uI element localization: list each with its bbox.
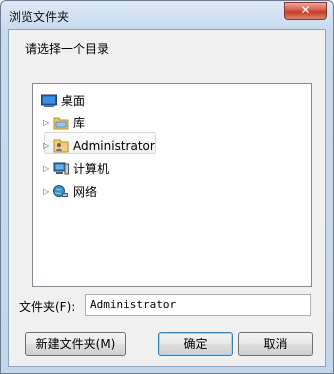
new-folder-button[interactable]: 新建文件夹(M) xyxy=(25,332,126,356)
folder-name-input[interactable]: Administrator xyxy=(85,294,311,316)
desktop-icon xyxy=(41,94,57,107)
network-icon xyxy=(53,185,68,197)
expand-arrow-icon[interactable]: ▷ xyxy=(43,136,49,156)
library-folder-icon xyxy=(53,117,69,130)
instruction-text: 请选择一个目录 xyxy=(25,42,110,56)
expand-arrow-icon[interactable]: ▷ xyxy=(43,159,49,179)
tree-item-label: 桌面 xyxy=(61,94,86,108)
tree-item-label: 库 xyxy=(73,116,86,130)
tree-item-label: 网络 xyxy=(73,185,98,199)
tree-item-label: Administrator xyxy=(73,139,155,153)
browse-folder-dialog: 浏览文件夹 ✕ 请选择一个目录 桌面 ▷ 库 ▷ Administrator ▷… xyxy=(0,0,334,374)
expand-arrow-icon[interactable]: ▷ xyxy=(43,182,49,202)
close-button[interactable]: ✕ xyxy=(284,2,327,20)
computer-icon xyxy=(53,162,69,175)
folder-tree[interactable]: 桌面 ▷ 库 ▷ Administrator ▷ 计算机 ▷ 网络 xyxy=(32,83,312,287)
ok-button[interactable]: 确定 xyxy=(158,332,233,356)
window-title: 浏览文件夹 xyxy=(9,10,70,24)
folder-field-label: 文件夹(F): xyxy=(19,300,76,314)
expand-arrow-icon[interactable]: ▷ xyxy=(43,113,49,133)
user-folder-icon xyxy=(53,139,69,153)
title-bar[interactable]: 浏览文件夹 ✕ xyxy=(1,1,333,29)
tree-item-label: 计算机 xyxy=(73,162,110,176)
cancel-button[interactable]: 取消 xyxy=(238,332,313,356)
dialog-body: 请选择一个目录 桌面 ▷ 库 ▷ Administrator ▷ 计算机 ▷ 网… xyxy=(8,29,326,367)
